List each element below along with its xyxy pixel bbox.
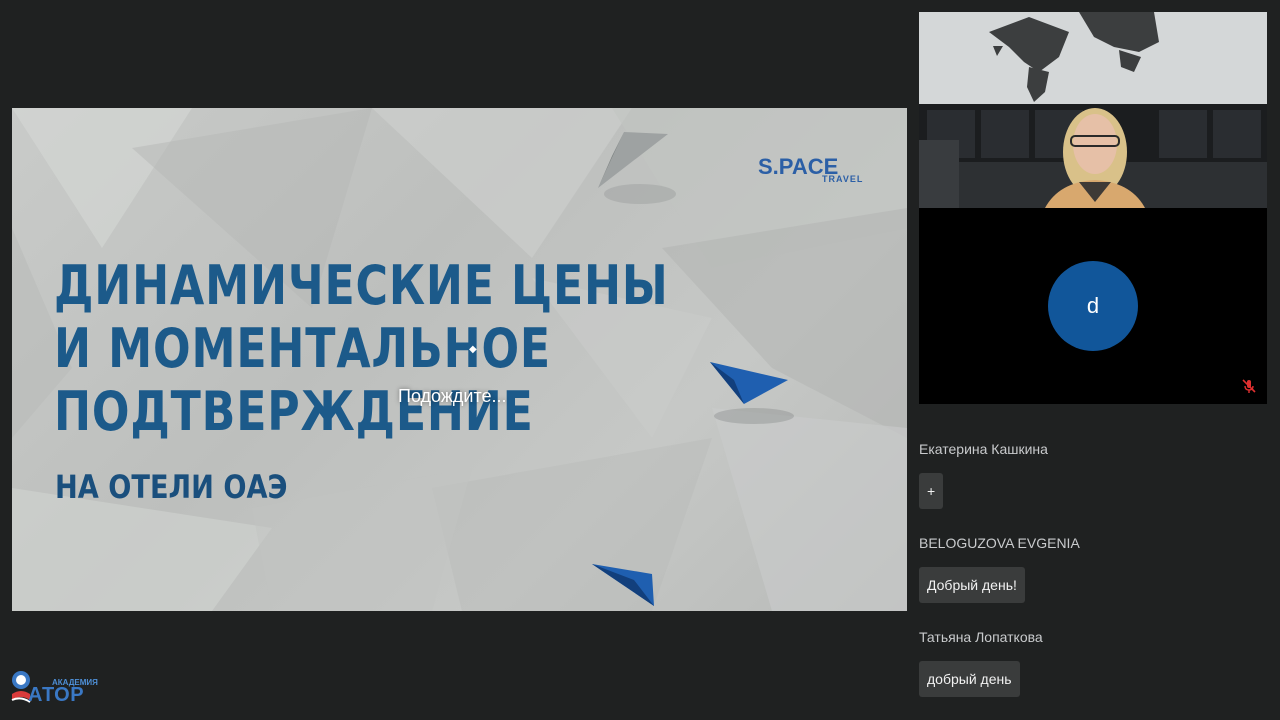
message-author: BELOGUZOVA EVGENIA <box>919 535 1080 551</box>
headline-line: ДИНАМИЧЕСКИЕ ЦЕНЫ <box>54 254 669 317</box>
presentation-slide[interactable]: S.PACE TRAVEL ДИНАМИЧЕСКИЕ ЦЕНЫ И МОМЕНТ… <box>12 108 907 611</box>
mic-off-icon <box>1242 379 1256 393</box>
ator-big-text: АТОР <box>28 684 85 706</box>
headline-line: И МОМЕНТАЛЬНОЕ <box>54 317 551 380</box>
speaker-video-tile[interactable] <box>919 12 1267 208</box>
chat-message: BELOGUZOVA EVGENIA Добрый день! <box>919 534 1080 603</box>
space-travel-logo: S.PACE TRAVEL <box>758 154 868 186</box>
avatar: d <box>1048 261 1138 351</box>
slide-headline: ДИНАМИЧЕСКИЕ ЦЕНЫ И МОМЕНТАЛЬНОЕ ПОДТВЕР… <box>54 254 669 443</box>
conference-app: S.PACE TRAVEL ДИНАМИЧЕСКИЕ ЦЕНЫ И МОМЕНТ… <box>0 0 1280 720</box>
logo-sub-text: TRAVEL <box>822 174 864 184</box>
message-author: Татьяна Лопаткова <box>919 629 1043 645</box>
message-author: Екатерина Кашкина <box>919 441 1048 457</box>
speaker-video <box>919 12 1267 208</box>
message-text: добрый день <box>919 661 1020 697</box>
participant-tile[interactable]: d <box>919 208 1267 404</box>
loading-message: Подождите... <box>398 386 507 406</box>
slide-subline: НА ОТЕЛИ ОАЭ <box>55 468 288 506</box>
chat-message: Татьяна Лопаткова добрый день <box>919 628 1043 697</box>
message-text: + <box>919 473 944 509</box>
loading-spinner-icon: ◆ <box>469 344 477 355</box>
ator-academy-logo: АКАДЕМИЯ АТОР <box>10 666 98 708</box>
headline-line: ПОДТВЕРЖДЕНИЕ <box>54 380 534 443</box>
message-text: Добрый день! <box>919 567 1025 603</box>
chat-message: Екатерина Кашкина + <box>919 440 1048 509</box>
